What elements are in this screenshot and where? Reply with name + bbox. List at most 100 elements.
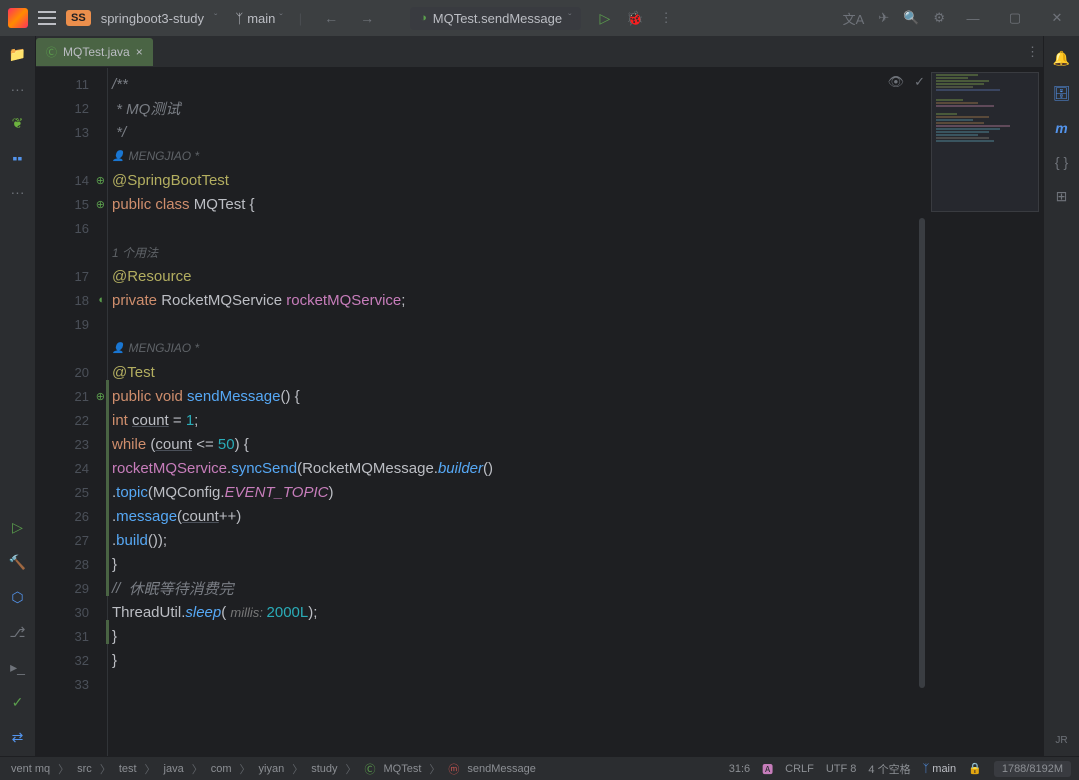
run-gutter-icon: ⊕ bbox=[96, 174, 105, 187]
search-icon[interactable]: 🔍 bbox=[903, 10, 919, 26]
breadcrumb[interactable]: vent mq〉 src〉 test〉 java〉 com〉 yiyan〉 st… bbox=[8, 761, 539, 777]
titlebar: SS springboot3-study ˇ ᛉ main ˇ | ← → ◑ … bbox=[0, 0, 1079, 36]
ai-icon[interactable]: 🅰 bbox=[762, 761, 773, 777]
run-configuration[interactable]: ◑ MQTest.sendMessage ˇ bbox=[410, 7, 581, 30]
more-actions-icon[interactable]: ⋮ bbox=[660, 10, 673, 26]
maximize-icon[interactable]: ▢ bbox=[1001, 10, 1029, 26]
line-number: 18◐ bbox=[36, 288, 107, 312]
line-number: 11 bbox=[36, 72, 107, 96]
more-tool-icon[interactable]: ··· bbox=[11, 184, 25, 200]
vcs-branch[interactable]: ᛉ main ˇ bbox=[235, 11, 282, 26]
spring-tool-icon[interactable]: ❦ bbox=[12, 115, 24, 132]
line-number bbox=[36, 336, 107, 360]
editor-area: 11 12 13 14⊕ 15⊕ 16 17 18◐ 19 20 21⊕ 22 … bbox=[36, 68, 1043, 756]
crumb-item: sendMessage bbox=[464, 763, 539, 775]
project-tool-icon[interactable]: 📁 bbox=[9, 46, 26, 63]
lock-icon[interactable]: 🔒 bbox=[968, 762, 982, 775]
run-tool-icon[interactable]: ▷ bbox=[12, 519, 23, 536]
line-number: 13 bbox=[36, 120, 107, 144]
app-logo[interactable] bbox=[8, 8, 28, 28]
nav-back-icon[interactable]: ← bbox=[318, 10, 344, 26]
inspection-ok-icon[interactable]: ✓ bbox=[914, 74, 925, 90]
build-tool-icon[interactable]: 🔨 bbox=[9, 554, 26, 571]
right-tool-stripe: 🔔 🗄 m { } ⊞ JR bbox=[1043, 36, 1079, 756]
notifications-icon[interactable]: 🔔 bbox=[1053, 50, 1070, 67]
cursor-position[interactable]: 31:6 bbox=[729, 763, 750, 775]
author-inlay-hint: 👤MENGJIAO * bbox=[108, 144, 1043, 168]
reader-mode-icon[interactable]: 👁 bbox=[888, 74, 905, 90]
run-config-dropdown-icon: ˇ bbox=[568, 13, 571, 24]
memory-indicator[interactable]: 1788/8192M bbox=[994, 761, 1071, 777]
test-run-icon: ◑ bbox=[420, 12, 427, 24]
line-number: 31 bbox=[36, 624, 107, 648]
close-icon[interactable]: ✕ bbox=[1043, 10, 1071, 26]
line-number: 15⊕ bbox=[36, 192, 107, 216]
line-number: 24 bbox=[36, 456, 107, 480]
main-menu-icon[interactable] bbox=[38, 11, 56, 25]
line-number: 17 bbox=[36, 264, 107, 288]
author-icon: 👤 bbox=[112, 151, 124, 162]
java-class-icon: Ⓒ bbox=[46, 44, 57, 60]
vcs-modified-marker bbox=[106, 380, 109, 596]
tab-close-icon[interactable]: × bbox=[136, 45, 143, 59]
line-number: 25 bbox=[36, 480, 107, 504]
line-number: 29 bbox=[36, 576, 107, 600]
editor-tab[interactable]: Ⓒ MQTest.java × bbox=[36, 38, 153, 66]
debug-button-icon[interactable]: 🐞 bbox=[626, 10, 643, 27]
line-number: 32 bbox=[36, 648, 107, 672]
crumb-item: test bbox=[116, 763, 140, 775]
database-tool-icon[interactable]: 🗄 bbox=[1053, 85, 1071, 102]
endpoints-tool-icon[interactable]: ⊞ bbox=[1056, 188, 1068, 205]
vcs-modified-marker bbox=[106, 620, 109, 644]
git-tool-icon[interactable]: ⎇ bbox=[9, 624, 25, 641]
code-editor[interactable]: 👁 ✓ /** * MQ测试 */ 👤MENGJI bbox=[108, 68, 1043, 756]
window-controls: 文A ✈ 🔍 ⚙ — ▢ ✕ bbox=[843, 9, 1071, 28]
status-bar: vent mq〉 src〉 test〉 java〉 com〉 yiyan〉 st… bbox=[0, 756, 1079, 780]
run-gutter-icon: ⊕ bbox=[96, 390, 105, 403]
file-encoding[interactable]: UTF 8 bbox=[826, 763, 857, 775]
gutter[interactable]: 11 12 13 14⊕ 15⊕ 16 17 18◐ 19 20 21⊕ 22 … bbox=[36, 68, 108, 756]
run-config-name: MQTest.sendMessage bbox=[433, 11, 562, 26]
line-number: 12 bbox=[36, 96, 107, 120]
author-icon: 👤 bbox=[112, 343, 124, 354]
bean-tool-icon[interactable]: { } bbox=[1055, 154, 1068, 170]
class-icon: Ⓒ bbox=[362, 761, 379, 777]
vertical-scrollbar[interactable] bbox=[917, 218, 927, 688]
settings-icon[interactable]: ⚙ bbox=[933, 10, 945, 26]
project-dropdown-icon[interactable]: ˇ bbox=[214, 13, 217, 24]
code-minimap[interactable] bbox=[931, 72, 1039, 212]
line-number: 33 bbox=[36, 672, 107, 696]
jrebel-right-icon[interactable]: JR bbox=[1055, 735, 1067, 746]
method-icon: ⓜ bbox=[445, 761, 462, 777]
services-tool-icon[interactable]: ⬡ bbox=[11, 589, 23, 606]
line-number: 28 bbox=[36, 552, 107, 576]
problems-tool-icon[interactable]: ✓ bbox=[12, 694, 24, 711]
crumb-item: vent mq bbox=[8, 763, 53, 775]
line-number: 20 bbox=[36, 360, 107, 384]
minimize-icon[interactable]: — bbox=[959, 11, 987, 26]
usages-inlay-hint[interactable]: 1 个用法 bbox=[108, 240, 1043, 264]
run-button-icon[interactable]: ▷ bbox=[599, 10, 610, 27]
status-branch[interactable]: ᛉ main bbox=[923, 763, 957, 775]
crumb-item: MQTest bbox=[381, 763, 425, 775]
branch-dropdown-icon: ˇ bbox=[279, 13, 282, 24]
line-number: 21⊕ bbox=[36, 384, 107, 408]
project-name[interactable]: springboot3-study bbox=[101, 11, 204, 26]
crumb-item: study bbox=[308, 763, 340, 775]
code-with-me-icon[interactable]: ✈ bbox=[878, 10, 889, 26]
vcs-update-icon[interactable]: ⇄ bbox=[12, 729, 24, 746]
line-number: 26 bbox=[36, 504, 107, 528]
bookmark-tool-icon[interactable]: ··· bbox=[11, 81, 25, 97]
translate-icon[interactable]: 文A bbox=[843, 9, 865, 28]
line-number: 22 bbox=[36, 408, 107, 432]
tab-options-icon[interactable]: ⋮ bbox=[1026, 44, 1039, 60]
rebel-tool-icon[interactable]: ▪▪ bbox=[13, 150, 23, 166]
indent-setting[interactable]: 4 个空格 bbox=[868, 761, 910, 777]
line-number: 19 bbox=[36, 312, 107, 336]
terminal-tool-icon[interactable]: ▸_ bbox=[10, 659, 25, 676]
run-gutter-icon: ⊕ bbox=[96, 198, 105, 211]
maven-tool-icon[interactable]: m bbox=[1055, 120, 1067, 136]
line-number: 16 bbox=[36, 216, 107, 240]
line-separator[interactable]: CRLF bbox=[785, 763, 814, 775]
nav-forward-icon[interactable]: → bbox=[354, 10, 380, 26]
